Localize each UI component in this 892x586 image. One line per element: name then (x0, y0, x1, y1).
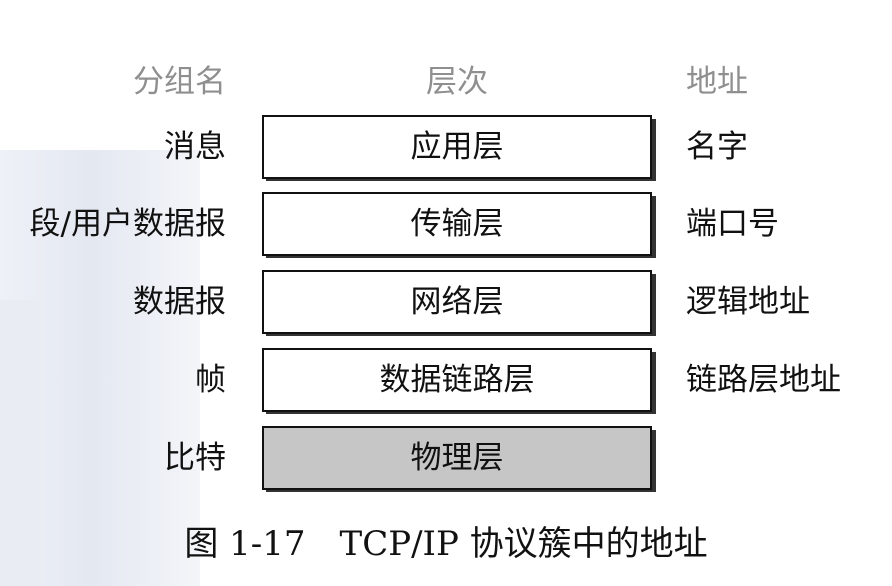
layer-box-network: 网络层 (262, 270, 652, 334)
layer-row-transport: 段/用户数据报 传输层 端口号 (0, 192, 892, 258)
address-label: 链路层地址 (686, 362, 841, 398)
layer-box-data-link: 数据链路层 (262, 348, 652, 412)
header-address: 地址 (686, 64, 748, 100)
layer-box-physical: 物理层 (262, 426, 652, 490)
unit-label: 消息 (164, 129, 226, 165)
unit-label: 帧 (195, 362, 226, 398)
unit-label: 段/用户数据报 (29, 206, 226, 242)
layer-row-data-link: 帧 数据链路层 链路层地址 (0, 348, 892, 414)
address-label: 端口号 (686, 206, 779, 242)
address-label: 逻辑地址 (686, 284, 810, 320)
header-packet-unit: 分组名 (133, 64, 226, 100)
layer-box-application: 应用层 (262, 115, 652, 179)
layer-row-physical: 比特 物理层 (0, 426, 892, 492)
unit-label: 数据报 (133, 284, 226, 320)
address-label: 名字 (686, 129, 748, 165)
figure-caption: 图 1-17 TCP/IP 协议簇中的地址 (184, 524, 708, 564)
layer-box-transport: 传输层 (262, 192, 652, 256)
unit-label: 比特 (164, 440, 226, 476)
layer-row-network: 数据报 网络层 逻辑地址 (0, 270, 892, 336)
header-layer: 层次 (426, 64, 488, 100)
layer-row-application: 消息 应用层 名字 (0, 115, 892, 181)
